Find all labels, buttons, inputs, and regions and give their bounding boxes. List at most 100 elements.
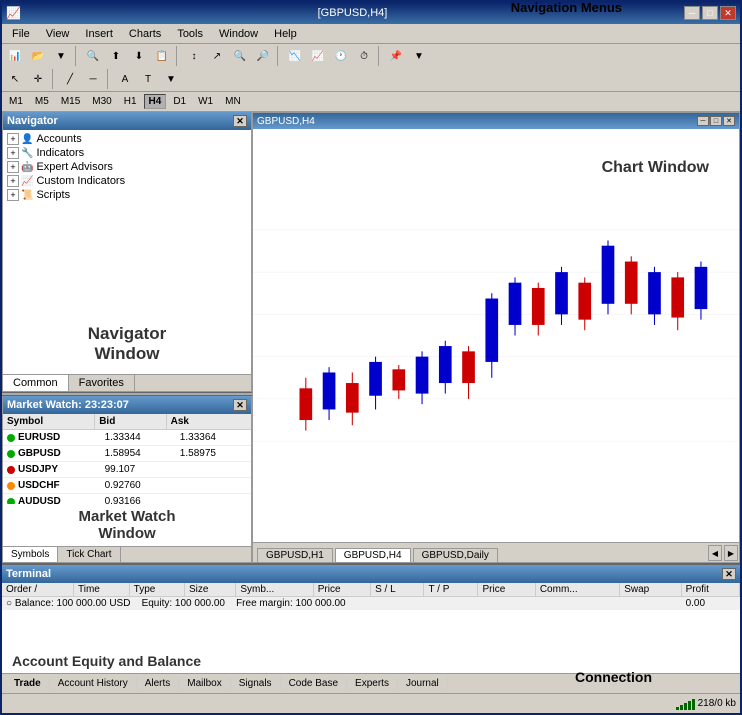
mw-symbol-eurusd: EURUSD	[3, 430, 101, 445]
toolbar-btn-6[interactable]: ⬇	[128, 46, 150, 66]
orders-table: Order / Time Type Size Symb... Price S /…	[2, 583, 740, 610]
expand-accounts[interactable]: +	[7, 133, 19, 145]
toolbar-btn-5[interactable]: ⬆	[105, 46, 127, 66]
bottom-tab-journal[interactable]: Journal	[398, 677, 448, 690]
chart-tab-gbpusd-daily[interactable]: GBPUSD,Daily	[413, 548, 498, 562]
toolbar-btn-15[interactable]: ▼	[408, 46, 430, 66]
menu-insert[interactable]: Insert	[77, 26, 121, 42]
bottom-tab-signals[interactable]: Signals	[231, 677, 281, 690]
chart-window: GBPUSD,H4 ─ □ ✕ Chart Window	[252, 112, 740, 563]
expand-ci[interactable]: +	[7, 175, 19, 187]
toolbar-btn-8[interactable]: ↕	[183, 46, 205, 66]
menu-tools[interactable]: Tools	[169, 26, 211, 42]
mw-row-gbpusd[interactable]: GBPUSD 1.58954 1.58975	[3, 446, 251, 462]
toolbar-btn-9[interactable]: ↗	[206, 46, 228, 66]
menu-file[interactable]: File	[4, 26, 38, 42]
tf-m5[interactable]: M5	[30, 94, 54, 109]
market-watch-close-btn[interactable]: ✕	[233, 399, 247, 411]
toolbar-btn-11[interactable]: 📈	[307, 46, 329, 66]
text-btn[interactable]: A	[114, 69, 136, 89]
chart-close-btn[interactable]: ✕	[723, 116, 735, 126]
tf-d1[interactable]: D1	[168, 94, 191, 109]
close-button[interactable]: ✕	[720, 6, 736, 20]
expand-scripts[interactable]: +	[7, 189, 19, 201]
mw-symbol-usdchf: USDCHF	[3, 478, 101, 493]
minimize-button[interactable]: ─	[684, 6, 700, 20]
chart-tab-gbpusd-h4[interactable]: GBPUSD,H4	[335, 548, 411, 562]
text2-btn[interactable]: T	[137, 69, 159, 89]
accounts-icon: 👤	[21, 134, 33, 145]
navigator-close-btn[interactable]: ✕	[233, 115, 247, 127]
toolbar-btn-10[interactable]: 📉	[284, 46, 306, 66]
menu-help[interactable]: Help	[266, 26, 305, 42]
navigator-window-label: NavigatorWindow	[3, 314, 251, 374]
indicators-icon: 🔧	[21, 148, 33, 159]
bottom-tab-experts[interactable]: Experts	[347, 677, 398, 690]
inner-window: File View Insert Charts Tools Window Hel…	[2, 24, 740, 713]
mw-row-audusd[interactable]: AUDUSD 0.93166	[3, 494, 251, 504]
toolbar-btn-7[interactable]: 📋	[151, 46, 173, 66]
nav-tab-common[interactable]: Common	[3, 375, 69, 391]
bottom-tab-trade[interactable]: Trade	[6, 677, 50, 690]
mw-tab-tick-chart[interactable]: Tick Chart	[58, 547, 120, 562]
toolbar-btn-13[interactable]: ⏱	[353, 46, 375, 66]
nav-tab-favorites[interactable]: Favorites	[69, 375, 135, 391]
tf-m30[interactable]: M30	[87, 94, 116, 109]
tf-h4[interactable]: H4	[144, 94, 167, 109]
tree-label-indicators: Indicators	[36, 147, 84, 159]
chart-next-btn[interactable]: ▶	[724, 545, 738, 561]
terminal-close-btn[interactable]: ✕	[722, 568, 736, 580]
usdjpy-dot	[7, 466, 15, 474]
menu-view[interactable]: View	[38, 26, 78, 42]
tf-mn[interactable]: MN	[220, 94, 246, 109]
tree-item-custom-indicators[interactable]: + 📈 Custom Indicators	[5, 174, 249, 188]
navigator-tabs: Common Favorites	[3, 374, 251, 391]
tree-item-indicators[interactable]: + 🔧 Indicators	[5, 146, 249, 160]
tree-item-scripts[interactable]: + 📜 Scripts	[5, 188, 249, 202]
toolbar-btn-14[interactable]: 📌	[385, 46, 407, 66]
mw-row-usdjpy[interactable]: USDJPY 99.107	[3, 462, 251, 478]
mw-symbol-audusd: AUDUSD	[3, 494, 101, 504]
bottom-tab-account-history[interactable]: Account History	[50, 677, 137, 690]
col-comm: Comm...	[535, 583, 619, 597]
market-watch-window-label: Market WatchWindow	[3, 504, 251, 546]
expand-ea[interactable]: +	[7, 161, 19, 173]
zoom-in-btn[interactable]: 🔍	[229, 46, 251, 66]
zoom-out-btn[interactable]: 🔎	[252, 46, 274, 66]
cursor-btn[interactable]: ↖	[4, 69, 26, 89]
tf-h1[interactable]: H1	[119, 94, 142, 109]
chart-prev-btn[interactable]: ◀	[708, 545, 722, 561]
chart-minimize-btn[interactable]: ─	[697, 116, 709, 126]
expand-indicators[interactable]: +	[7, 147, 19, 159]
mw-tab-symbols[interactable]: Symbols	[3, 547, 58, 562]
mw-row-eurusd[interactable]: EURUSD 1.33344 1.33364	[3, 430, 251, 446]
toolbar-btn-3[interactable]: ▼	[50, 46, 72, 66]
tree-item-accounts[interactable]: + 👤 Accounts	[5, 132, 249, 146]
chart-symbol-title: GBPUSD,H4	[257, 116, 315, 127]
menu-charts[interactable]: Charts	[121, 26, 169, 42]
tf-w1[interactable]: W1	[193, 94, 218, 109]
maximize-button[interactable]: □	[702, 6, 718, 20]
crosshair-btn[interactable]: ✛	[27, 69, 49, 89]
col-time: Time	[73, 583, 129, 597]
menu-window[interactable]: Window	[211, 26, 266, 42]
chart-tab-gbpusd-h1[interactable]: GBPUSD,H1	[257, 548, 333, 562]
chart-nav-btns: ◀ ▶	[707, 544, 739, 562]
tf-m1[interactable]: M1	[4, 94, 28, 109]
chart-maximize-btn[interactable]: □	[710, 116, 722, 126]
tf-m15[interactable]: M15	[56, 94, 85, 109]
bottom-tab-code-base[interactable]: Code Base	[281, 677, 347, 690]
balance-profit: 0.00	[681, 597, 739, 611]
toolbar-btn-4[interactable]: 🔍	[82, 46, 104, 66]
new-chart-btn[interactable]: 📊	[4, 46, 26, 66]
bottom-tab-alerts[interactable]: Alerts	[137, 677, 180, 690]
line-btn[interactable]: ╱	[59, 69, 81, 89]
status-bar: 218/0 kb	[2, 693, 740, 713]
hline-btn[interactable]: ─	[82, 69, 104, 89]
bottom-tab-mailbox[interactable]: Mailbox	[179, 677, 230, 690]
mw-row-usdchf[interactable]: USDCHF 0.92760	[3, 478, 251, 494]
open-btn[interactable]: 📂	[27, 46, 49, 66]
tree-item-expert-advisors[interactable]: + 🤖 Expert Advisors	[5, 160, 249, 174]
toolbar-btn-12[interactable]: 🕐	[330, 46, 352, 66]
toolbar-row2-btn3[interactable]: ▼	[160, 69, 182, 89]
